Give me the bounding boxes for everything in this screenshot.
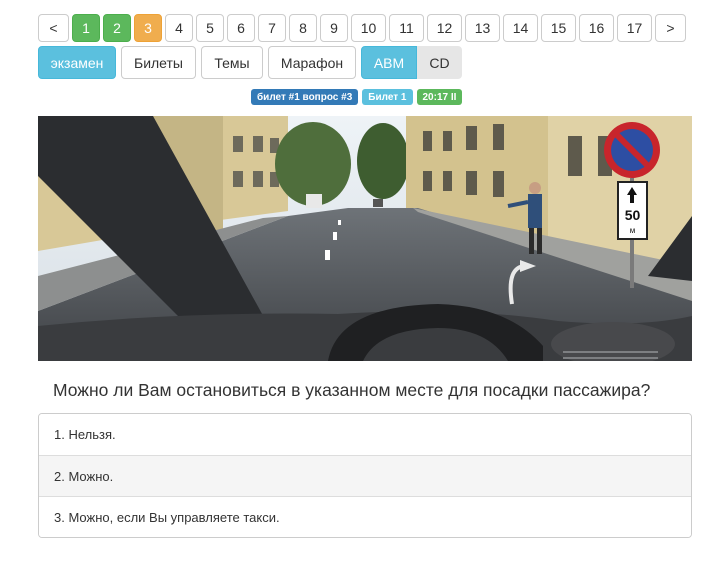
question-17-button[interactable]: 17 (617, 14, 652, 42)
lane-dash (325, 250, 330, 260)
window (423, 131, 432, 151)
window (443, 131, 452, 151)
question-1-button[interactable]: 1 (72, 14, 100, 42)
question-14-button[interactable]: 14 (503, 14, 538, 42)
prev-page-button[interactable]: < (38, 14, 69, 42)
trees-right (357, 123, 409, 199)
window (423, 171, 432, 191)
exam-button[interactable]: экзамен (38, 46, 116, 79)
trees-left (275, 122, 351, 206)
question-5-button[interactable]: 5 (196, 14, 224, 42)
lane-dash (333, 232, 337, 240)
answer-option-3[interactable]: 3. Можно, если Вы управляете такси. (39, 496, 691, 537)
answer-option-1[interactable]: 1. Нельзя. (39, 414, 691, 455)
question-4-button[interactable]: 4 (165, 14, 193, 42)
lane-dash (338, 220, 341, 225)
ticket-pagination: < 1 2 3 4 5 6 7 8 9 10 11 12 13 14 15 16… (38, 14, 686, 42)
ticket-badge: Билет 1 (362, 89, 413, 105)
window (466, 126, 477, 150)
ticket-question-badge: билет #1 вопрос #3 (251, 89, 359, 105)
question-9-button[interactable]: 9 (320, 14, 348, 42)
window (233, 136, 243, 152)
question-7-button[interactable]: 7 (258, 14, 286, 42)
window (493, 171, 504, 197)
marathon-button[interactable]: Марафон (268, 46, 356, 79)
answer-option-2[interactable]: 2. Можно. (39, 455, 691, 496)
answer-list: 1. Нельзя. 2. Можно. 3. Можно, если Вы у… (38, 413, 692, 538)
distance-value: 50 (625, 207, 641, 223)
question-11-button[interactable]: 11 (389, 14, 424, 42)
question-text: Можно ли Вам остановиться в указанном ме… (53, 380, 651, 400)
question-3-button[interactable]: 3 (134, 14, 162, 42)
category-abm-button[interactable]: ABM (361, 46, 417, 79)
question-8-button[interactable]: 8 (289, 14, 317, 42)
mode-toolbar: экзамен Билеты Темы Марафон ABM CD (38, 46, 462, 79)
window (253, 171, 263, 187)
status-badges: билет #1 вопрос #3 Билет 1 20:17 II (251, 89, 463, 105)
question-6-button[interactable]: 6 (227, 14, 255, 42)
question-12-button[interactable]: 12 (427, 14, 462, 42)
distance-unit: м (630, 226, 636, 235)
distant-car-2 (373, 199, 383, 207)
window (493, 124, 504, 150)
question-15-button[interactable]: 15 (541, 14, 576, 42)
window (233, 171, 243, 187)
tickets-button[interactable]: Билеты (121, 46, 196, 79)
timer-badge[interactable]: 20:17 II (416, 89, 463, 105)
window (568, 136, 582, 176)
topics-button[interactable]: Темы (201, 46, 263, 79)
window (253, 136, 263, 152)
window (466, 171, 477, 195)
question-13-button[interactable]: 13 (465, 14, 500, 42)
distant-car (306, 194, 322, 208)
category-cd-button[interactable]: CD (417, 46, 462, 79)
next-page-button[interactable]: > (655, 14, 686, 42)
question-10-button[interactable]: 10 (351, 14, 386, 42)
question-16-button[interactable]: 16 (579, 14, 614, 42)
question-2-button[interactable]: 2 (103, 14, 131, 42)
window (443, 171, 452, 191)
question-image: 50 м (38, 116, 692, 361)
